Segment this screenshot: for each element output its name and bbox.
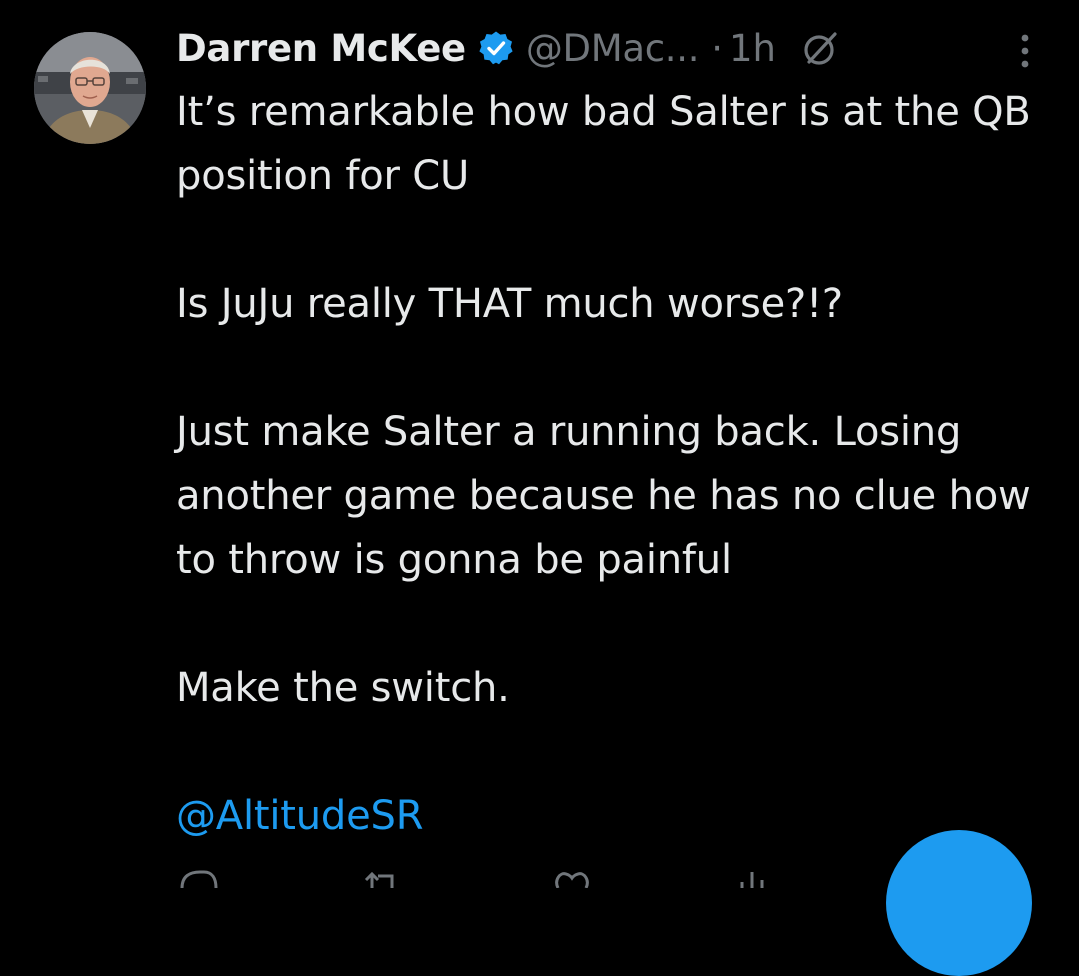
avatar[interactable]	[34, 32, 146, 144]
tweet-text: It’s remarkable how bad Salter is at the…	[176, 80, 1056, 848]
compose-button[interactable]	[886, 830, 1032, 976]
verified-badge-icon	[479, 31, 513, 65]
timestamp[interactable]: 1h	[729, 27, 776, 70]
reply-icon[interactable]	[178, 868, 218, 888]
grok-icon[interactable]	[800, 28, 840, 68]
tweet-paragraph: It’s remarkable how bad Salter is at the…	[176, 89, 1031, 199]
more-options-icon[interactable]	[1010, 30, 1040, 72]
author-handle[interactable]: @DMac...	[526, 27, 700, 70]
tweet-header: Darren McKee @DMac... · 1h	[176, 18, 840, 78]
mention-link[interactable]: @AltitudeSR	[176, 793, 423, 839]
author-name[interactable]: Darren McKee	[176, 27, 466, 70]
like-icon[interactable]	[552, 868, 592, 888]
tweet-paragraph: Is JuJu really THAT much worse?!?	[176, 281, 843, 327]
tweet[interactable]: Darren McKee @DMac... · 1h It’s remarkab…	[0, 0, 1079, 976]
views-icon[interactable]	[736, 868, 776, 888]
separator-dot: ·	[711, 26, 723, 70]
tweet-paragraph: Just make Salter a running back. Losing …	[176, 409, 1031, 583]
tweet-paragraph: Make the switch.	[176, 665, 510, 711]
action-bar	[176, 868, 896, 888]
retweet-icon[interactable]	[362, 868, 402, 888]
